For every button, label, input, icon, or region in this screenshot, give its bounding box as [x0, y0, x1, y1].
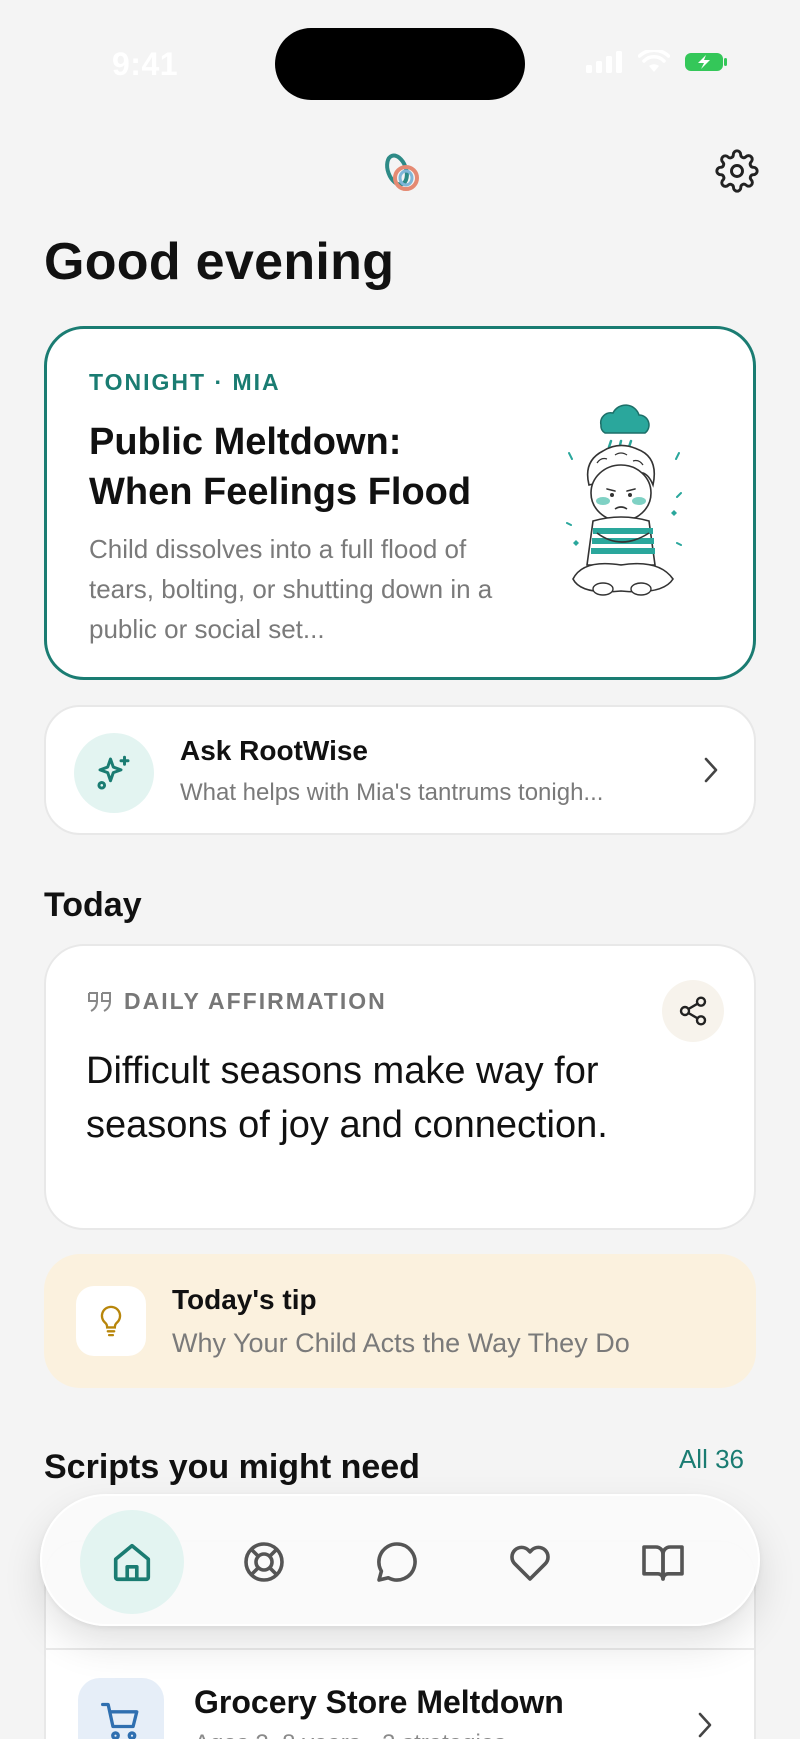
tab-library[interactable] [611, 1510, 715, 1614]
script-icon-box [78, 1678, 164, 1739]
dynamic-island [275, 28, 525, 100]
heart-icon [510, 1545, 550, 1581]
sparkle-icon [97, 755, 130, 790]
ask-icon-circle [74, 733, 154, 813]
chat-bubble-icon [377, 1542, 417, 1582]
scripts-all-link[interactable]: All 36 [679, 1444, 744, 1475]
shopping-cart-icon [101, 1702, 139, 1739]
daily-affirmation-card: DAILY AFFIRMATION Difficult seasons make… [44, 944, 756, 1230]
tonight-card[interactable]: TONIGHT · MIA Public Meltdown: When Feel… [44, 326, 756, 680]
battery-charging-icon [685, 53, 727, 71]
tonight-title: Public Meltdown: When Feelings Flood [89, 421, 472, 513]
tonight-eyebrow: TONIGHT · MIA [89, 369, 281, 395]
status-icons [586, 50, 728, 74]
lightbulb-icon [100, 1305, 122, 1337]
open-book-icon [642, 1545, 684, 1581]
tip-subtitle: Why Your Child Acts the Way They Do [172, 1328, 630, 1358]
upset-child-illustration [566, 404, 682, 596]
gear-icon [715, 149, 759, 193]
tonight-description: Child dissolves into a full flood of tea… [89, 534, 493, 644]
app-logo-icon [385, 153, 419, 191]
share-icon [679, 996, 707, 1026]
todays-tip-card[interactable]: Today's tip Why Your Child Acts the Way … [44, 1254, 756, 1388]
app-header [0, 140, 800, 200]
cellular-signal-icon [586, 51, 622, 73]
home-icon [113, 1543, 151, 1582]
scripts-heading: Scripts you might need [44, 1448, 420, 1486]
tip-icon-box [76, 1286, 146, 1356]
tab-chat[interactable] [345, 1510, 449, 1614]
affirmation-label: DAILY AFFIRMATION [124, 988, 387, 1014]
wifi-icon [638, 50, 670, 72]
share-button[interactable] [662, 980, 724, 1042]
affirmation-text: Difficult seasons make way for seasons o… [86, 1050, 608, 1146]
bottom-tab-bar [40, 1494, 760, 1626]
tip-title: Today's tip [172, 1284, 317, 1315]
settings-button[interactable] [712, 146, 762, 196]
script-row[interactable]: Grocery Store Meltdown Ages 2–8 years · … [46, 1650, 754, 1739]
script-meta: Ages 2–8 years · 3 strategies [194, 1730, 506, 1739]
greeting-title: Good evening [44, 233, 395, 291]
script-title: Grocery Store Meltdown [194, 1684, 564, 1720]
affirmation-eyebrow: DAILY AFFIRMATION [86, 988, 387, 1015]
quote-icon [88, 991, 111, 1012]
status-time: 9:41 [112, 46, 179, 82]
ask-rootwise-card[interactable]: Ask RootWise What helps with Mia's tantr… [44, 705, 756, 835]
chevron-right-icon [704, 757, 718, 783]
tab-home[interactable] [80, 1510, 184, 1614]
chevron-right-icon [698, 1712, 712, 1738]
status-bar: 9:41 [0, 0, 800, 120]
ask-subtitle: What helps with Mia's tantrums tonigh... [180, 779, 604, 806]
tab-favorites[interactable] [478, 1510, 582, 1614]
lifebuoy-icon [244, 1542, 284, 1582]
ask-title: Ask RootWise [180, 735, 369, 766]
tab-support[interactable] [212, 1510, 316, 1614]
today-heading: Today [44, 886, 142, 924]
